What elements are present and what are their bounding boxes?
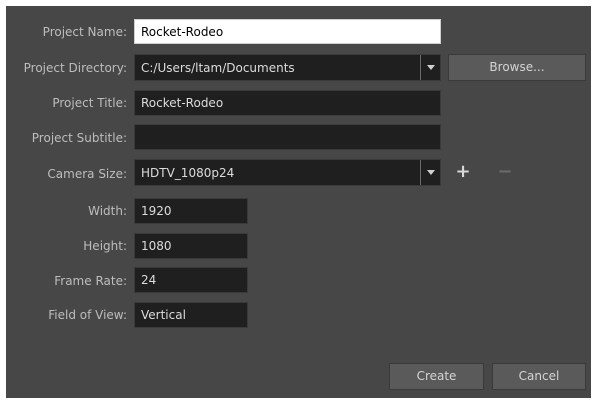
project-subtitle-label: Project Subtitle: — [31, 131, 127, 145]
project-name-label: Project Name: — [42, 25, 127, 39]
project-directory-label: Project Directory: — [23, 61, 127, 75]
minus-icon[interactable]: − — [496, 162, 514, 182]
chevron-down-icon[interactable] — [420, 55, 440, 80]
camera-size-combo[interactable]: HDTV_1080p24 — [134, 159, 441, 186]
height-label: Height: — [83, 239, 127, 253]
camera-size-value: HDTV_1080p24 — [141, 166, 235, 180]
project-subtitle-input[interactable] — [134, 124, 441, 150]
height-input[interactable]: 1080 — [134, 233, 248, 259]
plus-icon[interactable]: + — [454, 162, 472, 182]
field-of-view-label: Field of View: — [48, 308, 127, 322]
project-directory-value: C:/Users/ltam/Documents — [141, 61, 295, 75]
frame-rate-label: Frame Rate: — [54, 274, 127, 288]
project-directory-combo[interactable]: C:/Users/ltam/Documents — [134, 54, 441, 81]
frame-rate-input[interactable]: 24 — [134, 267, 248, 293]
camera-size-label: Camera Size: — [47, 167, 127, 181]
project-name-input[interactable]: Rocket-Rodeo — [134, 19, 441, 44]
cancel-button[interactable]: Cancel — [492, 363, 586, 390]
new-project-dialog: Project Name: Rocket-Rodeo Project Direc… — [6, 6, 591, 398]
project-title-input[interactable]: Rocket-Rodeo — [134, 90, 441, 116]
browse-button[interactable]: Browse... — [448, 54, 586, 81]
chevron-down-icon[interactable] — [420, 160, 440, 185]
width-label: Width: — [88, 204, 127, 218]
field-of-view-input[interactable]: Vertical — [134, 302, 248, 328]
create-button[interactable]: Create — [389, 363, 484, 390]
project-title-label: Project Title: — [52, 96, 127, 110]
width-input[interactable]: 1920 — [134, 198, 248, 224]
